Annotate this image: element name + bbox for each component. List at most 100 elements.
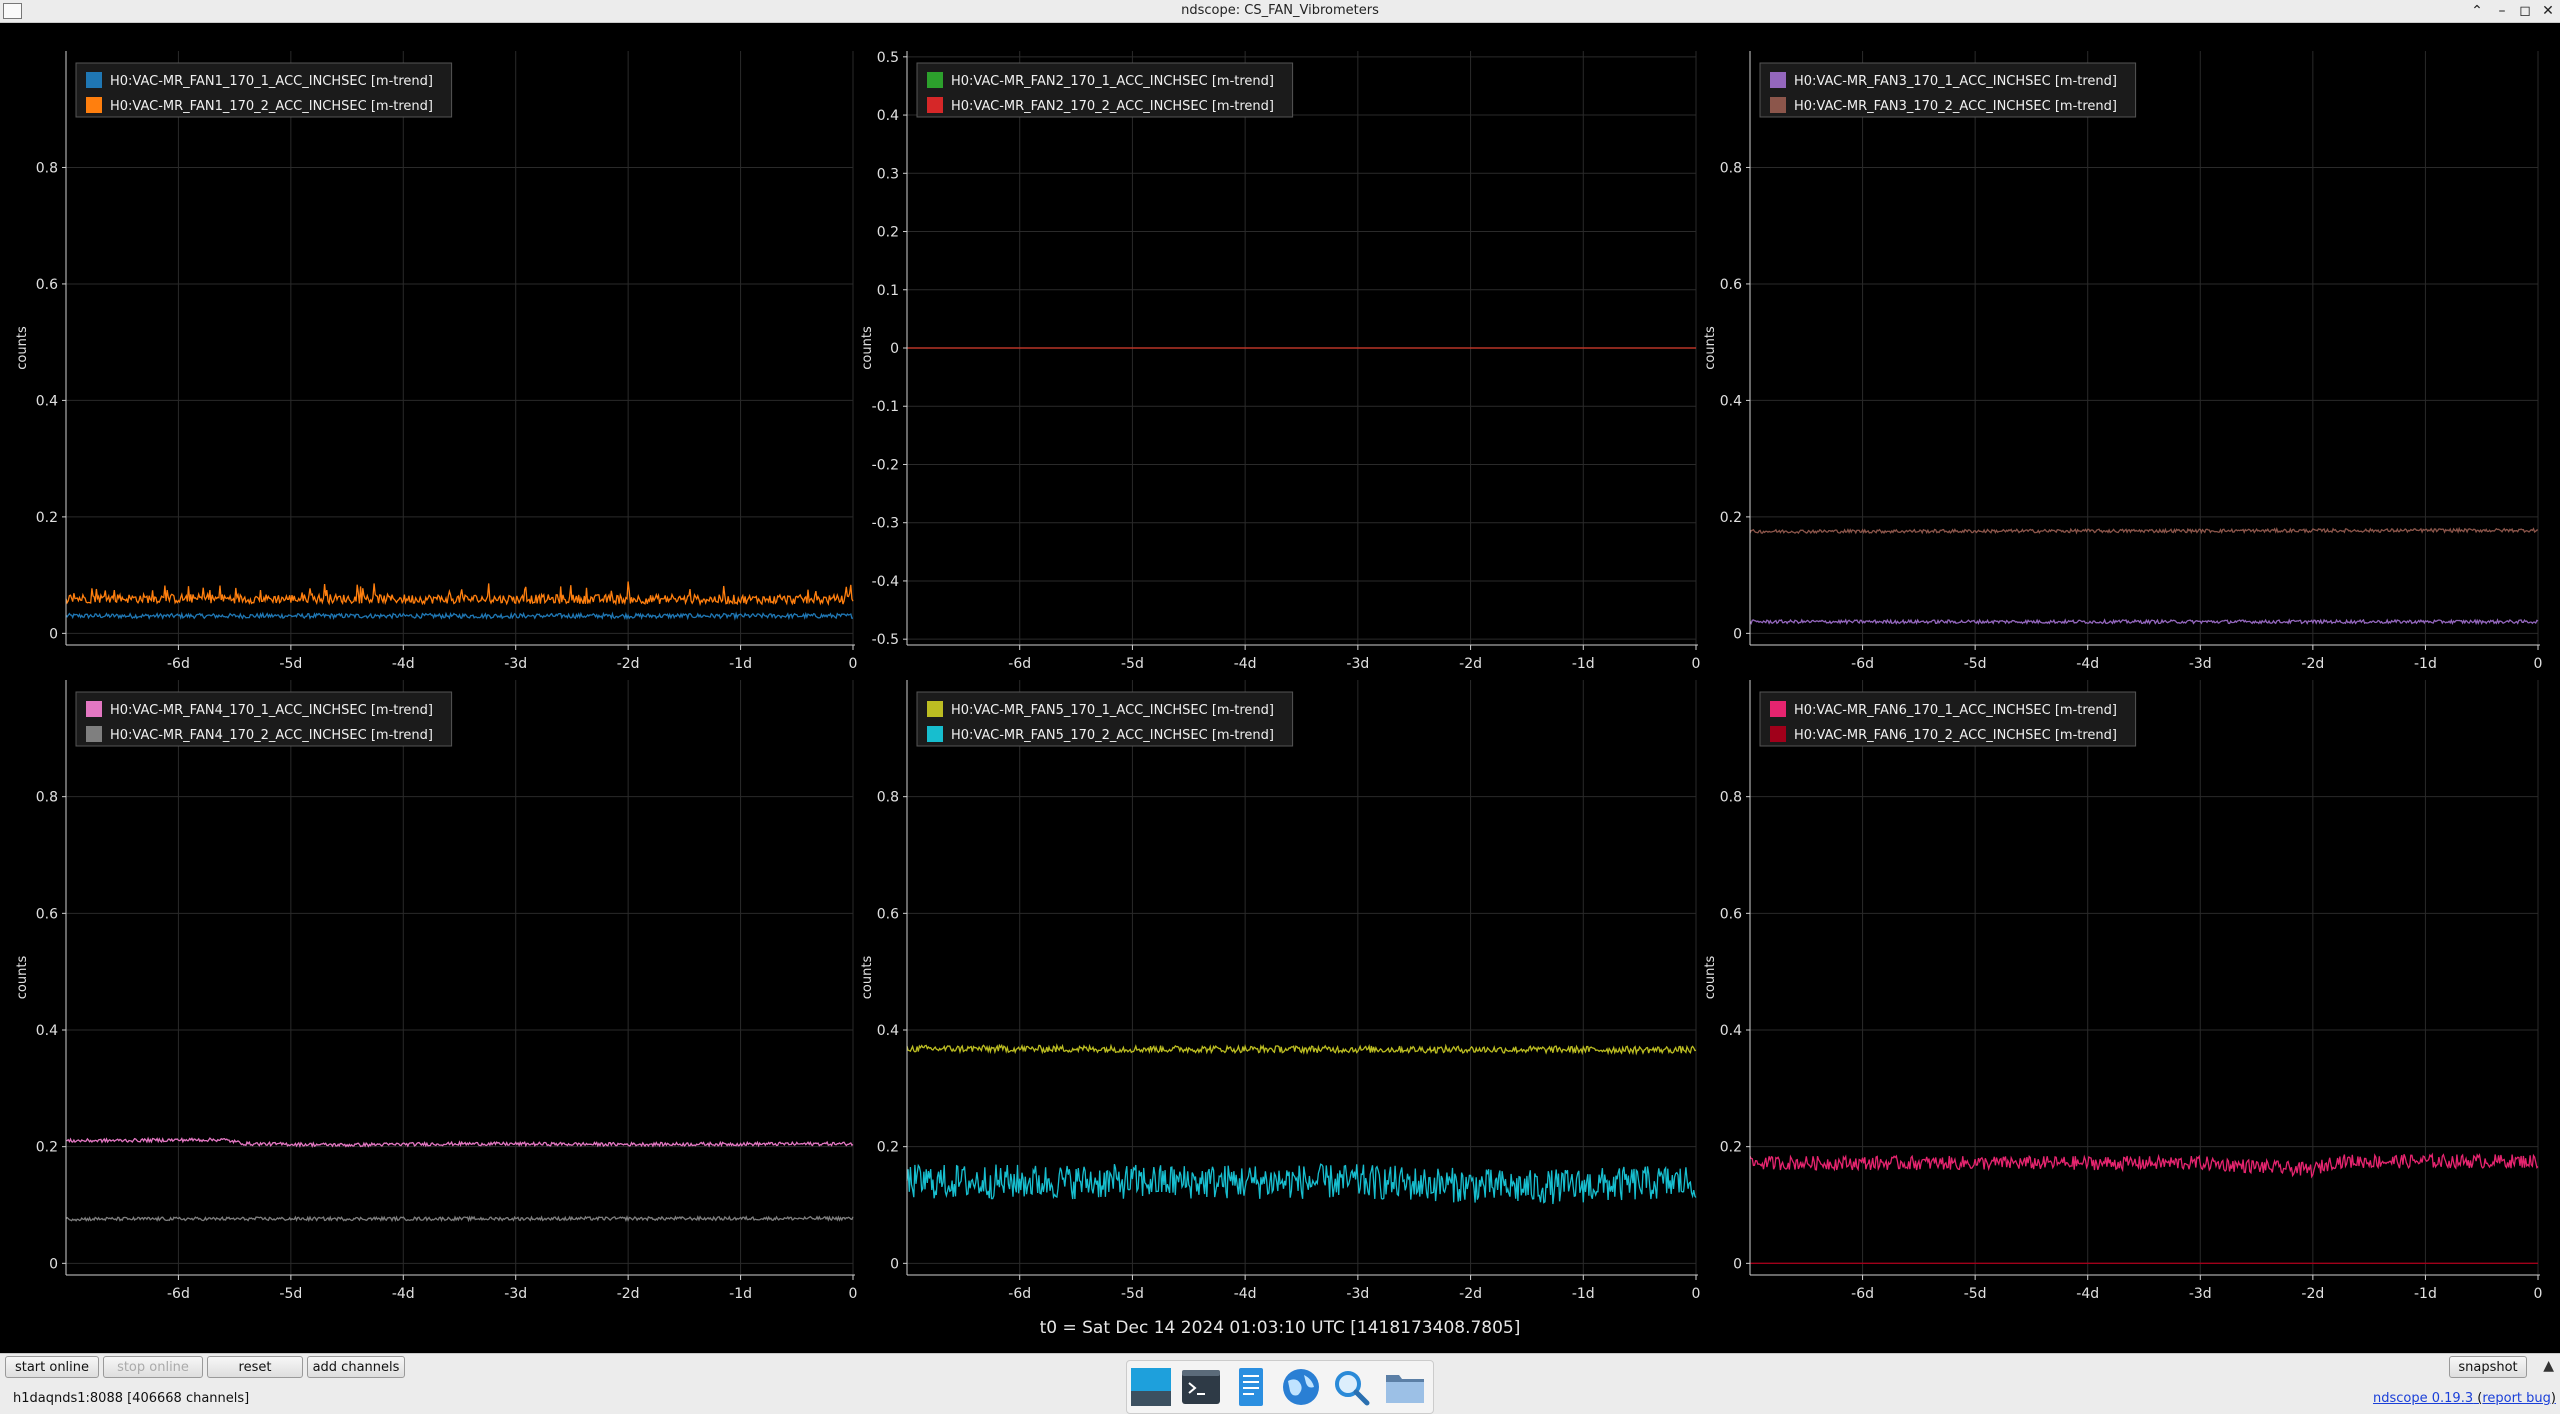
plot3-legend-swatch-1[interactable] <box>1770 72 1786 88</box>
plot2-legend-swatch-1[interactable] <box>927 72 943 88</box>
plot1-xtick-label: 0 <box>849 656 858 672</box>
plot3-xtick-label: 0 <box>2534 656 2543 672</box>
plot1-series-1-line <box>65 611 853 621</box>
plot1-legend-swatch-2[interactable] <box>86 97 102 113</box>
plot5-series-1-line <box>906 1043 1697 1056</box>
plots-canvas[interactable]: 0 0.2 0.4 0.6 0.8 -6d -5d -4d -3d -2d -1d 0 counts H0… <box>0 23 2560 1353</box>
plot2-ytick-label: -0.1 <box>872 399 899 415</box>
plot5-xtick-label: -3d <box>1346 1286 1369 1302</box>
maximize-up-icon[interactable]: ⌃ <box>2466 1 2488 21</box>
plot6-legend-swatch-1[interactable] <box>1770 701 1786 717</box>
plot2-ytick-label: -0.3 <box>872 516 899 532</box>
paren-open: ( <box>2473 1391 2483 1406</box>
version-link[interactable]: ndscope 0.19.3 <box>2373 1391 2473 1406</box>
plot4-series-2-line <box>65 1215 854 1223</box>
plot5-series-2-line <box>906 1163 1697 1205</box>
plot6-xtick-label: -3d <box>2189 1286 2212 1302</box>
plot4-xtick-label: 0 <box>849 1286 858 1302</box>
plot2-xtick-label: 0 <box>1692 656 1701 672</box>
plot3-legend-swatch-2[interactable] <box>1770 97 1786 113</box>
plot4-xtick-label: -2d <box>617 1286 640 1302</box>
add-channels-button[interactable]: add channels <box>307 1356 405 1378</box>
plot2-ytick-label: 0.3 <box>877 166 899 182</box>
plot1-ytick-label: 0.4 <box>36 393 58 409</box>
plot6-xtick-label: -6d <box>1851 1286 1874 1302</box>
plot4-series-1-line <box>66 1136 854 1149</box>
report-bug-link[interactable]: report bug <box>2482 1391 2551 1406</box>
plot1-y-axis-label: counts <box>15 326 30 370</box>
plot5-ytick-label: 0 <box>890 1256 899 1272</box>
plot3-ytick-label: 0.4 <box>1720 393 1742 409</box>
workspace-icon[interactable] <box>1130 1367 1172 1407</box>
plot6-series-1-line <box>1749 1152 2539 1179</box>
plot5-legend-swatch-1[interactable] <box>927 701 943 717</box>
expand-arrow-icon[interactable]: ▲ <box>2543 1358 2554 1374</box>
minimize-button[interactable]: – <box>2491 1 2513 21</box>
plot3-series-2-line <box>1749 526 2538 535</box>
plot2-xtick-label: -2d <box>1459 656 1482 672</box>
plot2-ytick-label: 0.4 <box>877 108 899 124</box>
plot1-xtick-label: -1d <box>729 656 752 672</box>
plot2-xtick-label: -5d <box>1121 656 1144 672</box>
plot4-ytick-label: 0.4 <box>36 1023 58 1039</box>
plot4-legend-label-1: H0:VAC-MR_FAN4_170_1_ACC_INCHSEC [m-tren… <box>110 703 433 718</box>
plot6-ytick-label: 0 <box>1733 1256 1742 1272</box>
plot5-xtick-label: 0 <box>1692 1286 1701 1302</box>
plot1-ytick-label: 0.6 <box>36 277 58 293</box>
plot2-ytick-label: -0.2 <box>872 457 899 473</box>
plot4-xtick-label: -5d <box>279 1286 302 1302</box>
plot3-ytick-label: 0 <box>1733 626 1742 642</box>
start-online-button[interactable]: start online <box>5 1356 99 1378</box>
plot1-xtick-label: -4d <box>392 656 415 672</box>
plot-area[interactable]: 0 0.2 0.4 0.6 0.8 -6d -5d -4d -3d -2d -1d 0 counts H0… <box>0 23 2560 1353</box>
plot1-ytick-label: 0.2 <box>36 510 58 526</box>
plot3-xtick-label: -2d <box>2301 656 2324 672</box>
search-icon[interactable] <box>1330 1367 1372 1407</box>
plot2-xtick-label: -3d <box>1346 656 1369 672</box>
plot6-legend-swatch-2[interactable] <box>1770 726 1786 742</box>
plot2-xtick-label: -1d <box>1572 656 1595 672</box>
plot4-xtick-label: -4d <box>392 1286 415 1302</box>
plot2-legend-swatch-2[interactable] <box>927 97 943 113</box>
snapshot-button[interactable]: snapshot <box>2449 1356 2527 1378</box>
plot6-ytick-label: 0.4 <box>1720 1023 1742 1039</box>
terminal-icon[interactable] <box>1180 1367 1222 1407</box>
plot5-xtick-label: -4d <box>1234 1286 1257 1302</box>
plot5-xtick-label: -1d <box>1572 1286 1595 1302</box>
plot3-xtick-label: -4d <box>2076 656 2099 672</box>
text-editor-icon[interactable] <box>1230 1367 1272 1407</box>
plot3-xtick-label: -6d <box>1851 656 1874 672</box>
plot4-legend-swatch-2[interactable] <box>86 726 102 742</box>
plot5-legend-swatch-2[interactable] <box>927 726 943 742</box>
plot6-ytick-label: 0.2 <box>1720 1140 1742 1156</box>
web-browser-icon[interactable] <box>1280 1367 1322 1407</box>
plot2-ytick-label: -0.5 <box>872 632 899 648</box>
plot3-legend-label-1: H0:VAC-MR_FAN3_170_1_ACC_INCHSEC [m-tren… <box>1794 74 2117 89</box>
close-button[interactable]: ✕ <box>2537 1 2559 21</box>
plot3-ytick-label: 0.2 <box>1720 510 1742 526</box>
plot1-series-2-line <box>65 581 854 607</box>
plot4-legend-swatch-1[interactable] <box>86 701 102 717</box>
plot5-ytick-label: 0.8 <box>877 790 899 806</box>
file-manager-icon[interactable] <box>1384 1367 1426 1407</box>
plot4-ytick-label: 0.8 <box>36 790 58 806</box>
plot6-xtick-label: -1d <box>2414 1286 2437 1302</box>
plot6-ytick-label: 0.6 <box>1720 906 1742 922</box>
plot4-xtick-label: -1d <box>729 1286 752 1302</box>
plot2-ytick-label: 0.1 <box>877 283 899 299</box>
t0-label: t0 = Sat Dec 14 2024 01:03:10 UTC [14181… <box>1039 1318 1521 1338</box>
window-titlebar: ndscope: CS_FAN_Vibrometers ⌃ – ◻ ✕ <box>0 0 2560 23</box>
plot1-xtick-label: -2d <box>617 656 640 672</box>
plot2-xtick-label: -4d <box>1234 656 1257 672</box>
plot3-xtick-label: -3d <box>2189 656 2212 672</box>
reset-button[interactable]: reset <box>207 1356 303 1378</box>
plot4-legend-label-2: H0:VAC-MR_FAN4_170_2_ACC_INCHSEC [m-tren… <box>110 728 433 743</box>
plot2-legend-label-1: H0:VAC-MR_FAN2_170_1_ACC_INCHSEC [m-tren… <box>951 74 1274 89</box>
restore-button[interactable]: ◻ <box>2514 1 2536 21</box>
plot1-legend-swatch-1[interactable] <box>86 72 102 88</box>
plot5-ytick-label: 0.4 <box>877 1023 899 1039</box>
plot2-legend-label-2: H0:VAC-MR_FAN2_170_2_ACC_INCHSEC [m-tren… <box>951 99 1274 114</box>
version-info: ndscope 0.19.3 (report bug) <box>2373 1391 2556 1406</box>
plot6-xtick-label: -2d <box>2301 1286 2324 1302</box>
stop-online-button: stop online <box>103 1356 203 1378</box>
